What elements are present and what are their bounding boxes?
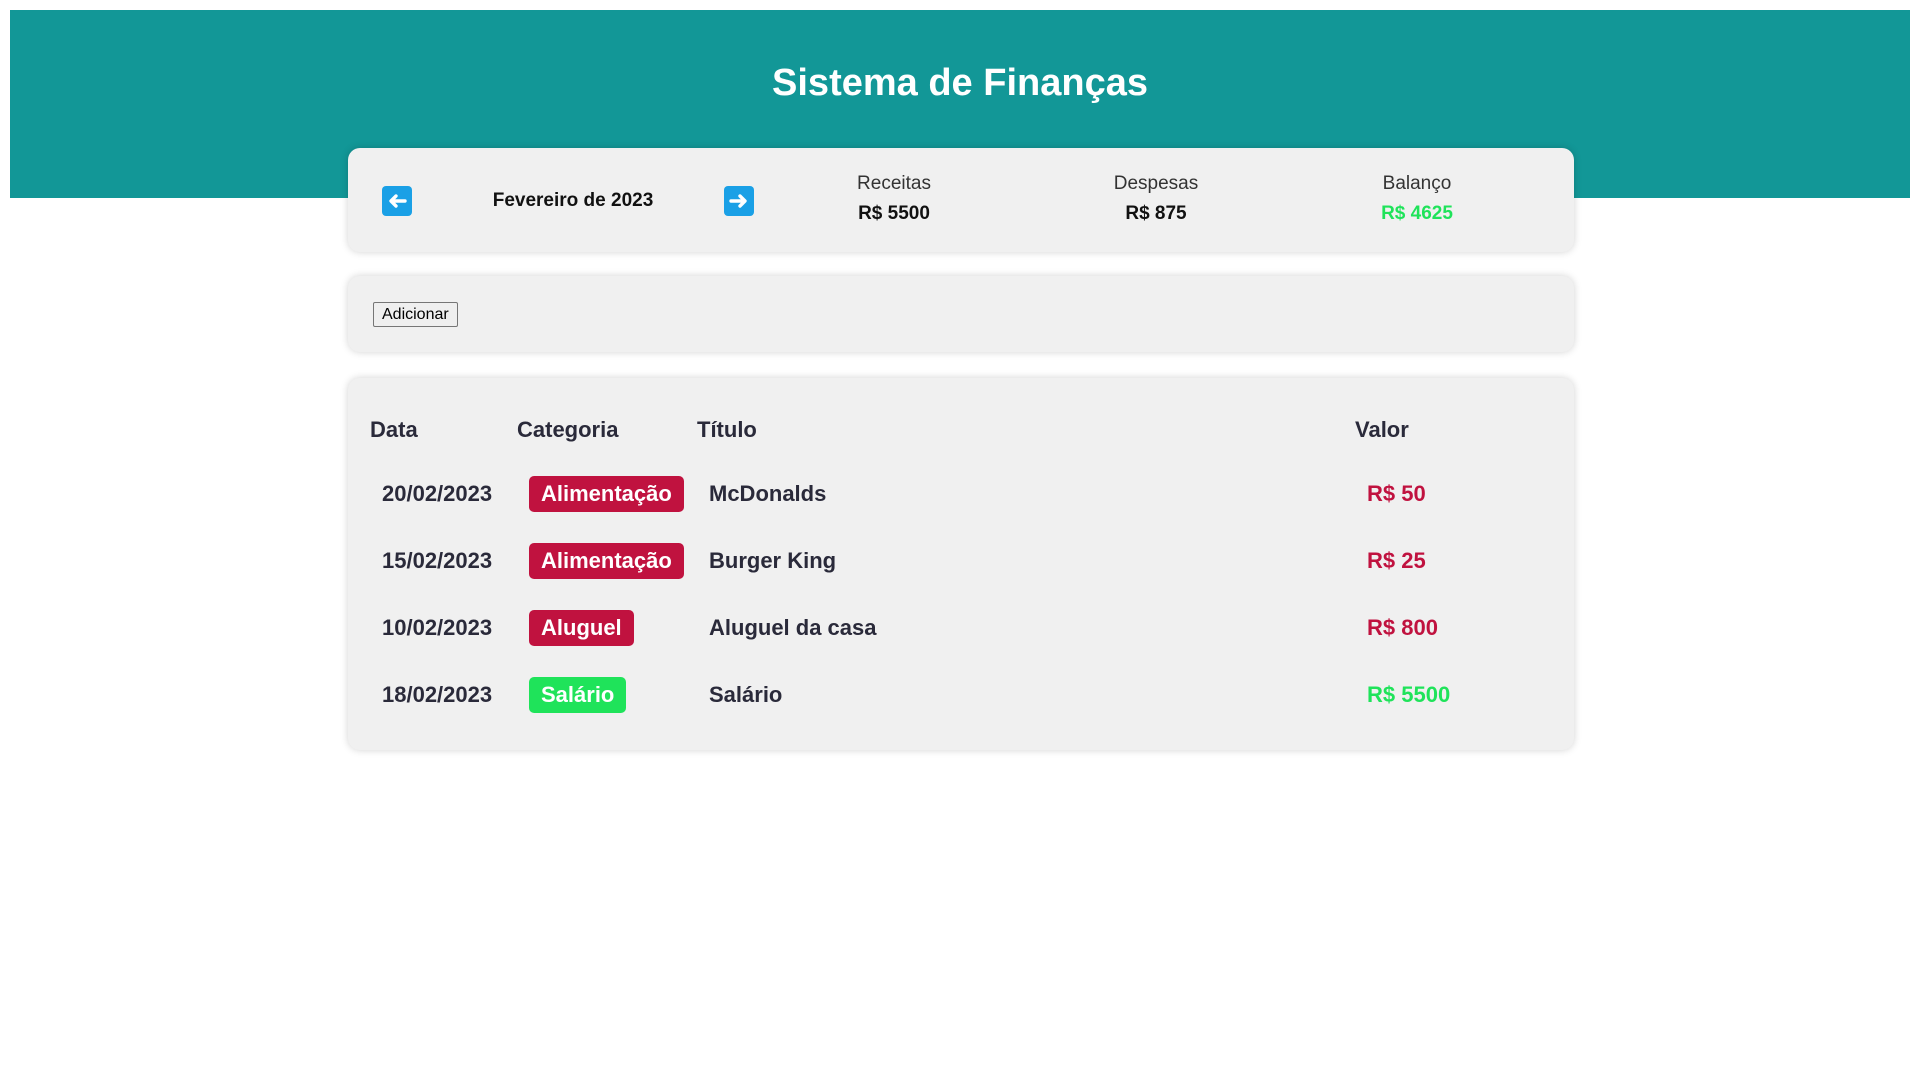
page-title: Sistema de Finanças bbox=[772, 62, 1148, 104]
category-badge: Salário bbox=[529, 676, 627, 713]
row-value: R$ 800 bbox=[1367, 614, 1438, 640]
table-row: 18/02/2023 Salário Salário R$ 5500 bbox=[370, 661, 1535, 728]
despesas-label: Despesas bbox=[1113, 173, 1199, 194]
current-month: Fevereiro de 2023 bbox=[492, 190, 654, 211]
receitas-summary: Receitas R$ 5500 bbox=[774, 173, 1014, 225]
row-value: R$ 5500 bbox=[1367, 681, 1451, 707]
arrow-left-icon bbox=[389, 194, 407, 208]
row-title: Burger King bbox=[709, 547, 837, 573]
row-date: 10/02/2023 bbox=[382, 614, 493, 640]
row-date: 20/02/2023 bbox=[382, 480, 493, 506]
transactions-area: Data Categoria Título Valor 20/02/2023 A… bbox=[348, 378, 1574, 750]
category-badge: Aluguel bbox=[529, 609, 634, 646]
row-title: Aluguel da casa bbox=[709, 614, 877, 640]
header-valor: Valor bbox=[1355, 417, 1409, 442]
table-row: 15/02/2023 Alimentação Burger King R$ 25 bbox=[370, 527, 1535, 594]
row-value: R$ 25 bbox=[1367, 547, 1426, 573]
transactions-table: Data Categoria Título Valor 20/02/2023 A… bbox=[370, 414, 1535, 728]
prev-month-button[interactable] bbox=[382, 186, 412, 216]
balanco-summary: Balanço R$ 4625 bbox=[1297, 173, 1537, 225]
row-title: Salário bbox=[709, 681, 783, 707]
receitas-value: R$ 5500 bbox=[858, 203, 930, 224]
info-area: Fevereiro de 2023 Receitas R$ 5500 Despe… bbox=[348, 148, 1574, 252]
next-month-button[interactable] bbox=[724, 186, 754, 216]
table-row: 20/02/2023 Alimentação McDonalds R$ 50 bbox=[370, 460, 1535, 527]
row-date: 15/02/2023 bbox=[382, 547, 493, 573]
header-titulo: Título bbox=[697, 417, 757, 442]
receitas-label: Receitas bbox=[857, 173, 931, 194]
table-header-row: Data Categoria Título Valor bbox=[370, 414, 1535, 460]
category-badge: Alimentação bbox=[529, 542, 684, 579]
add-button[interactable]: Adicionar bbox=[373, 302, 458, 327]
row-title: McDonalds bbox=[709, 480, 827, 506]
table-row: 10/02/2023 Aluguel Aluguel da casa R$ 80… bbox=[370, 594, 1535, 661]
balanco-label: Balanço bbox=[1382, 173, 1452, 194]
row-date: 18/02/2023 bbox=[382, 681, 493, 707]
despesas-value: R$ 875 bbox=[1125, 203, 1187, 224]
category-badge: Alimentação bbox=[529, 475, 684, 512]
header-categoria: Categoria bbox=[517, 417, 619, 442]
input-area: Adicionar bbox=[348, 276, 1574, 352]
row-value: R$ 50 bbox=[1367, 480, 1426, 506]
arrow-right-icon bbox=[729, 194, 747, 208]
despesas-summary: Despesas R$ 875 bbox=[1036, 173, 1276, 225]
header-data: Data bbox=[370, 417, 418, 442]
balanco-value: R$ 4625 bbox=[1381, 203, 1453, 224]
